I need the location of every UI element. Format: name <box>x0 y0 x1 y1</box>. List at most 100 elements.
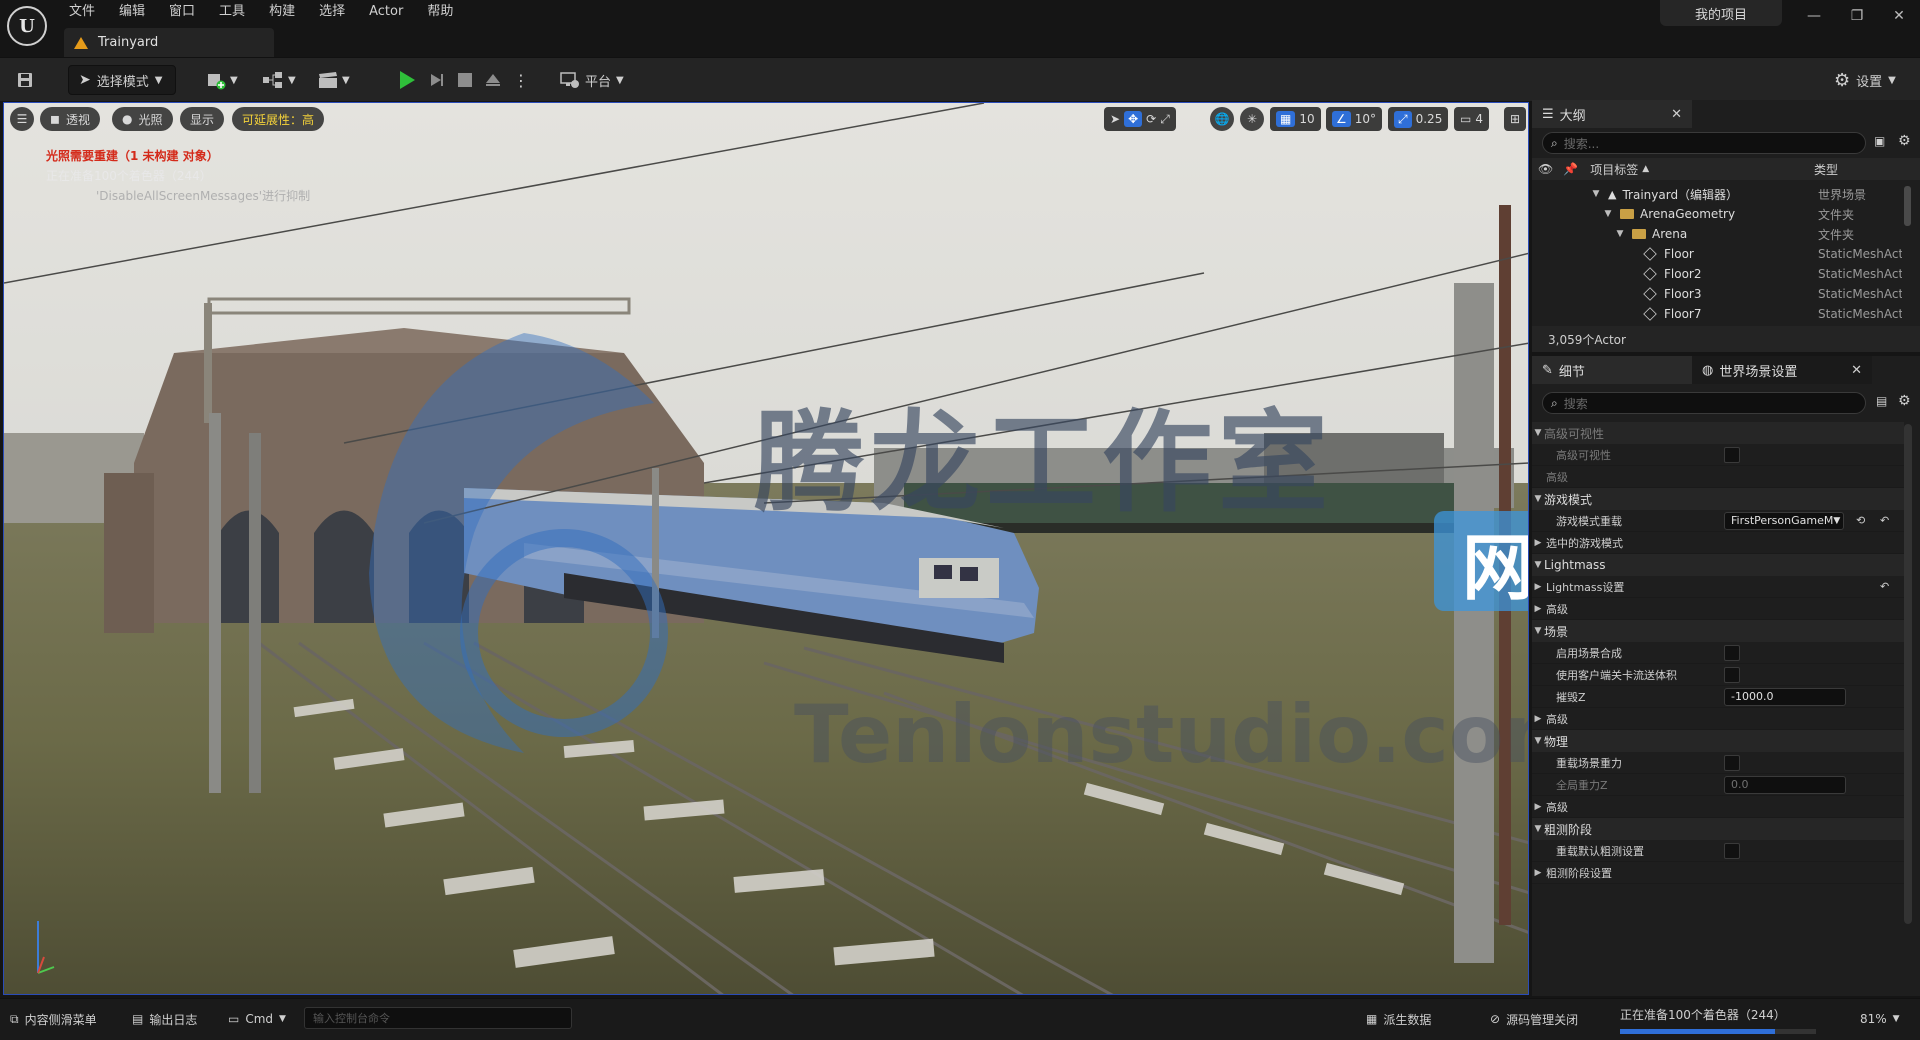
reset-icon[interactable]: ↶ <box>1880 514 1889 527</box>
property-row[interactable]: ▶ Lightmass设置 ↶ <box>1532 576 1904 598</box>
pin-icon[interactable]: 📌 <box>1563 162 1578 176</box>
property-checkbox[interactable] <box>1724 842 1740 859</box>
rotate-tool-icon[interactable]: ⟳ <box>1146 112 1156 126</box>
grid-snap-control[interactable]: ▦ 10 <box>1270 107 1321 131</box>
restore-icon[interactable]: ❐ <box>1845 4 1869 28</box>
console-command-input[interactable]: 输入控制台命令 <box>304 1007 572 1029</box>
expand-arrow-icon[interactable]: ▼ <box>1602 209 1614 219</box>
minimize-icon[interactable]: — <box>1802 4 1826 28</box>
perspective-pill[interactable]: ◼ 透视 <box>40 107 100 131</box>
platform-dropdown[interactable]: 平台 ▼ <box>560 65 624 95</box>
scalability-pill[interactable]: 可延展性：高 <box>232 107 325 131</box>
category-row[interactable]: ▼ 场景 <box>1532 620 1904 642</box>
play-options-icon[interactable]: ⋮ <box>506 65 536 95</box>
close-icon[interactable]: ✕ <box>1671 107 1682 122</box>
unreal-logo-icon[interactable]: U <box>7 6 47 46</box>
tree-row[interactable]: Floor3 StaticMeshActor <box>1532 284 1902 304</box>
menu-window[interactable]: 窗口 <box>157 0 207 24</box>
lit-pill[interactable]: ● 光照 <box>112 107 173 131</box>
menu-edit[interactable]: 编辑 <box>107 0 157 24</box>
menu-select[interactable]: 选择 <box>307 0 357 24</box>
advance-frame-button[interactable] <box>422 65 452 95</box>
scale-tool-icon[interactable]: ⤢ <box>1160 112 1170 127</box>
menu-help[interactable]: 帮助 <box>415 0 465 24</box>
outliner-search-input[interactable]: ⌕ 搜索... <box>1542 132 1866 154</box>
mode-select-dropdown[interactable]: ➤ 选择模式 ▼ <box>68 65 176 95</box>
surface-snap-icon[interactable]: ✳ <box>1240 107 1264 131</box>
viewport-menu-icon[interactable]: ☰ <box>10 107 34 131</box>
menu-tools[interactable]: 工具 <box>207 0 257 24</box>
tree-row[interactable]: Floor2 StaticMeshActor <box>1532 264 1902 284</box>
expand-arrow-icon[interactable]: ▼ <box>1614 229 1626 239</box>
col-item-label[interactable]: 项目标签 <box>1590 161 1638 178</box>
settings-dropdown[interactable]: ⚙ 设置 ▼ <box>1834 65 1896 95</box>
property-row[interactable]: 高级 <box>1532 466 1904 488</box>
category-row[interactable]: ▼ Lightmass <box>1532 554 1904 576</box>
menu-file[interactable]: 文件 <box>57 0 107 24</box>
tree-row[interactable]: ▼ ▲ Trainyard（编辑器） 世界场景 <box>1532 184 1902 204</box>
category-row[interactable]: ▼ 粗测阶段 <box>1532 818 1904 840</box>
property-checkbox[interactable] <box>1724 644 1740 661</box>
property-row[interactable]: ▶ 高级 <box>1532 708 1904 730</box>
camera-speed-control[interactable]: ▭ 4 <box>1454 107 1489 131</box>
output-log-button[interactable]: ▤ 输出日志 <box>132 1007 197 1031</box>
col-type[interactable]: 类型 <box>1814 161 1838 178</box>
expand-arrow-icon[interactable]: ▼ <box>1590 189 1602 199</box>
select-tool-icon[interactable]: ➤ <box>1110 112 1120 126</box>
browse-icon[interactable]: ⟲ <box>1856 514 1865 527</box>
kill-z-input[interactable]: -1000.0 <box>1724 687 1846 706</box>
tab-details[interactable]: ✎ 细节 <box>1532 356 1692 384</box>
project-name-button[interactable]: 我的项目 <box>1660 0 1782 26</box>
menu-actor[interactable]: Actor <box>357 0 415 24</box>
property-row[interactable]: ▶ 高级 <box>1532 796 1904 818</box>
gravity-z-input[interactable]: 0.0 <box>1724 775 1846 794</box>
save-icon[interactable] <box>10 65 40 95</box>
blueprint-button[interactable]: ▼ <box>262 65 296 95</box>
rotation-snap-control[interactable]: ∠ 10° <box>1326 107 1383 131</box>
cmd-dropdown[interactable]: ▭ Cmd ▼ <box>228 1007 286 1031</box>
category-row[interactable]: ▼ 物理 <box>1532 730 1904 752</box>
tab-world-settings[interactable]: ◍ 世界场景设置 ✕ <box>1692 356 1872 384</box>
property-checkbox[interactable] <box>1724 446 1740 463</box>
property-row[interactable]: ▶ 粗测阶段设置 <box>1532 862 1904 884</box>
content-drawer-button[interactable]: ⧉ 内容侧滑菜单 <box>10 1007 97 1031</box>
category-row[interactable]: ▼ 游戏模式 <box>1532 488 1904 510</box>
outliner-scrollbar[interactable] <box>1904 186 1911 226</box>
level-viewport[interactable]: ☰ ◼ 透视 ● 光照 显示 可延展性：高 ➤ ✥ ⟳ ⤢ 🌐 ✳ ▦ 10 ∠ 1… <box>3 102 1529 995</box>
table-view-icon[interactable]: ▤ <box>1876 394 1887 408</box>
property-row[interactable]: ▶ 高级 <box>1532 598 1904 620</box>
tab-outliner[interactable]: ☰ 大纲 ✕ <box>1532 100 1692 128</box>
outliner-settings-icon[interactable]: ⚙ <box>1898 133 1911 149</box>
details-search-input[interactable]: ⌕ 搜索 <box>1542 392 1866 414</box>
tree-row[interactable]: ▼ ArenaGeometry 文件夹 <box>1532 204 1902 224</box>
play-button[interactable] <box>392 65 422 95</box>
move-tool-icon[interactable]: ✥ <box>1124 111 1143 127</box>
world-local-icon[interactable]: 🌐 <box>1210 107 1234 131</box>
derived-data-button[interactable]: ▦ 派生数据 <box>1366 1007 1431 1031</box>
level-tab[interactable]: Trainyard <box>64 28 274 57</box>
progress-percent[interactable]: 81% ▼ <box>1860 1007 1900 1031</box>
property-row[interactable]: ▶ 选中的游戏模式 <box>1532 532 1904 554</box>
show-pill[interactable]: 显示 <box>180 107 225 131</box>
add-folder-icon[interactable]: ▣ <box>1874 134 1885 148</box>
details-settings-icon[interactable]: ⚙ <box>1898 393 1911 409</box>
stop-button[interactable] <box>450 65 480 95</box>
close-window-icon[interactable]: ✕ <box>1887 4 1911 28</box>
scale-snap-control[interactable]: ⤢ 0.25 <box>1388 107 1449 131</box>
menu-build[interactable]: 构建 <box>257 0 307 24</box>
gamemode-dropdown[interactable]: FirstPersonGameM ▼ <box>1724 511 1844 530</box>
property-checkbox[interactable] <box>1724 754 1740 771</box>
eject-button[interactable] <box>478 65 508 95</box>
tree-row[interactable]: ▼ Arena 文件夹 <box>1532 224 1902 244</box>
cinematics-button[interactable]: ▼ <box>318 65 350 95</box>
add-content-button[interactable]: ▼ <box>206 65 238 95</box>
category-row[interactable]: ▼ 高级可视性 <box>1532 422 1904 444</box>
close-icon[interactable]: ✕ <box>1851 363 1862 378</box>
tree-row[interactable]: Floor7 StaticMeshActor <box>1532 304 1902 324</box>
tree-row[interactable]: Floor StaticMeshActor <box>1532 244 1902 264</box>
maximize-viewport-icon[interactable]: ⊞ <box>1504 107 1527 131</box>
source-control-button[interactable]: ⊘ 源码管理关闭 <box>1490 1007 1578 1031</box>
reset-icon[interactable]: ↶ <box>1880 580 1889 593</box>
details-scrollbar[interactable] <box>1904 424 1912 924</box>
visibility-eye-icon[interactable]: 👁 <box>1538 162 1553 176</box>
